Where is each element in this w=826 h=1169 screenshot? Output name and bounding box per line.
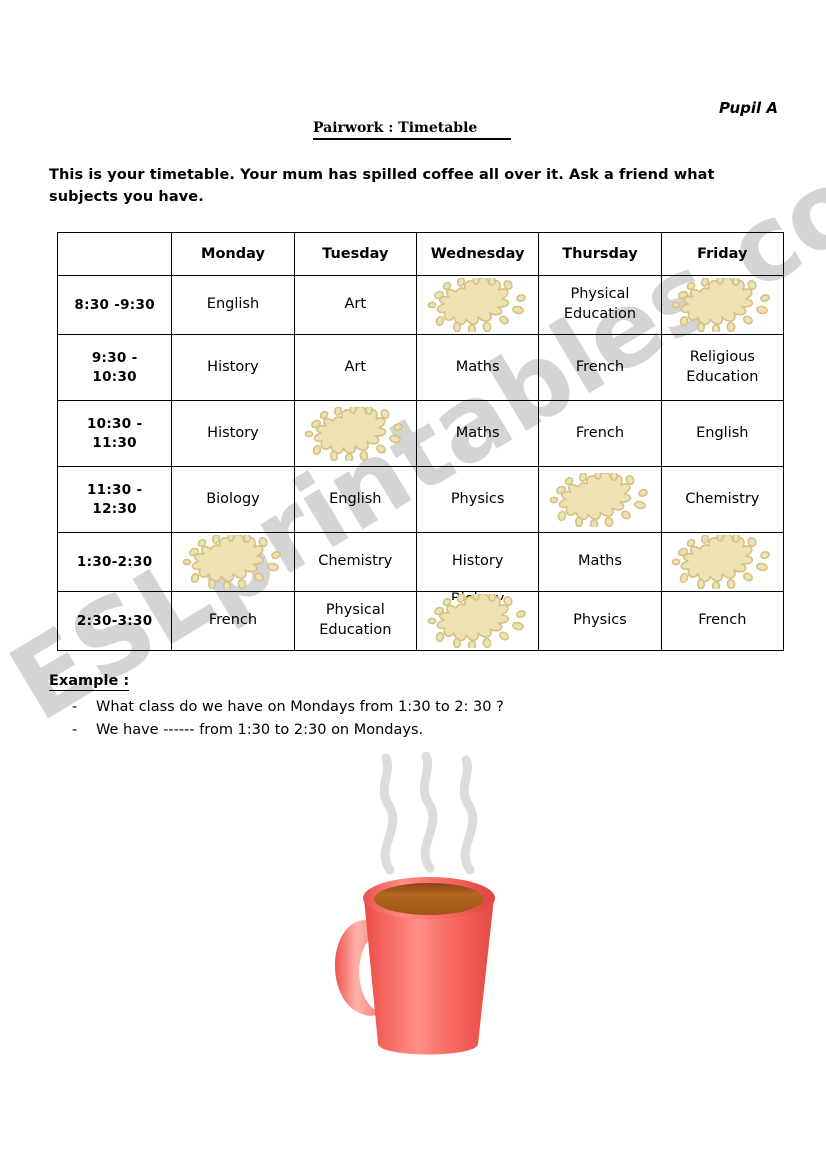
coffee-cup-illustration	[318, 752, 538, 1072]
subject-cell-wednesday: Maths	[415, 334, 540, 401]
timetable-container: Monday Tuesday Wednesday Thursday Friday…	[56, 232, 785, 651]
timetable-corner-cell	[56, 232, 173, 276]
subject-cell-thursday	[538, 466, 662, 533]
coffee-stain-icon	[670, 535, 774, 589]
time-slot-cell: 9:30 -10:30	[56, 334, 173, 401]
subject-cell-monday	[171, 532, 295, 592]
subject-cell-friday	[660, 275, 785, 335]
subject-cell-friday	[660, 532, 785, 592]
day-header-friday: Friday	[660, 232, 785, 276]
steam-icon	[379, 752, 478, 875]
subject-cell-friday: Religious Education	[660, 334, 785, 401]
subject-cell-monday: Biology	[171, 466, 295, 533]
subject-cell-tuesday: Art	[293, 334, 417, 401]
subject-cell-thursday: French	[538, 334, 662, 401]
example-sentence: We have ------ from 1:30 to 2:30 on Mond…	[96, 722, 424, 739]
timetable-row: 11:30 -12:30 Biology English Physics Che…	[56, 466, 785, 533]
timetable-row: 2:30-3:30FrenchPhysical EducationBiology	[56, 591, 785, 651]
timetable-row: 8:30 -9:30 English Art Physical Educatio…	[56, 275, 785, 335]
subject-cell-thursday: Maths	[538, 532, 662, 592]
day-header-monday: Monday	[171, 232, 295, 276]
coffee-stain-icon	[548, 472, 652, 527]
worksheet-page: ESLprintables.com Pupil A Pairwork : Tim…	[0, 0, 826, 1169]
subject-cell-tuesday	[293, 400, 417, 467]
subject-cell-tuesday: Chemistry	[293, 532, 417, 592]
subject-cell-wednesday: Physics	[415, 466, 540, 533]
bullet-dash: -	[72, 722, 78, 739]
coffee-surface	[374, 883, 484, 915]
subject-cell-monday: History	[171, 400, 295, 467]
subject-cell-wednesday: Maths	[415, 400, 540, 467]
subject-cell-friday: French	[660, 591, 785, 651]
coffee-stain-icon	[303, 406, 407, 461]
timetable-row: 10:30 -11:30 History Maths French Englis…	[56, 400, 785, 467]
day-header-wednesday: Wednesday	[415, 232, 540, 276]
subject-cell-monday: French	[171, 591, 295, 651]
mug-body	[364, 898, 494, 1055]
page-title: Pairwork : Timetable	[313, 120, 512, 140]
subject-cell-tuesday: English	[293, 466, 417, 533]
coffee-stain-icon	[426, 278, 530, 332]
day-header-thursday: Thursday	[538, 232, 662, 276]
example-line: - We have ------ from 1:30 to 2:30 on Mon…	[72, 719, 712, 742]
example-list: - What class do we have on Mondays from 1…	[72, 696, 712, 743]
example-line: - What class do we have on Mondays from 1…	[72, 696, 712, 719]
subject-cell-wednesday: Biology	[415, 591, 540, 651]
timetable: Monday Tuesday Wednesday Thursday Friday…	[56, 232, 785, 651]
subject-cell-tuesday: Physical Education	[293, 591, 417, 651]
bullet-dash: -	[72, 699, 78, 715]
timetable-body: 8:30 -9:30 English Art Physical Educatio…	[56, 275, 785, 651]
subject-cell-monday: English	[171, 275, 295, 335]
subject-cell-wednesday	[415, 275, 540, 335]
time-slot-cell: 1:30-2:30	[56, 532, 173, 592]
subject-cell-thursday: Physical Education	[538, 275, 662, 335]
day-header-tuesday: Tuesday	[293, 232, 417, 276]
time-slot-cell: 2:30-3:30	[56, 591, 173, 651]
timetable-row: 1:30-2:30 Chemistry History Maths	[56, 532, 785, 592]
subject-cell-friday: Chemistry	[660, 466, 785, 533]
time-slot-cell: 10:30 -11:30	[56, 400, 173, 467]
time-slot-cell: 8:30 -9:30	[56, 275, 173, 335]
example-heading: Example :	[49, 673, 130, 691]
subject-cell-friday: English	[660, 400, 785, 467]
time-slot-cell: 11:30 -12:30	[56, 466, 173, 533]
instructions-text: This is your timetable. Your mum has spi…	[49, 167, 715, 206]
pupil-label: Pupil A	[719, 99, 778, 117]
timetable-row: 9:30 -10:30 History Art Maths French Religiou…	[56, 334, 785, 401]
subject-cell-wednesday: History	[415, 532, 540, 592]
timetable-header-row: Monday Tuesday Wednesday Thursday Friday	[56, 232, 785, 276]
subject-cell-thursday: Physics	[538, 591, 662, 651]
coffee-stain-icon	[426, 594, 530, 648]
subject-cell-tuesday: Art	[293, 275, 417, 335]
coffee-stain-icon	[670, 278, 774, 332]
example-sentence: What class do we have on Mondays from 1:…	[96, 699, 504, 715]
subject-cell-monday: History	[171, 334, 295, 401]
subject-cell-thursday: French	[538, 400, 662, 467]
coffee-stain-icon	[181, 535, 285, 589]
